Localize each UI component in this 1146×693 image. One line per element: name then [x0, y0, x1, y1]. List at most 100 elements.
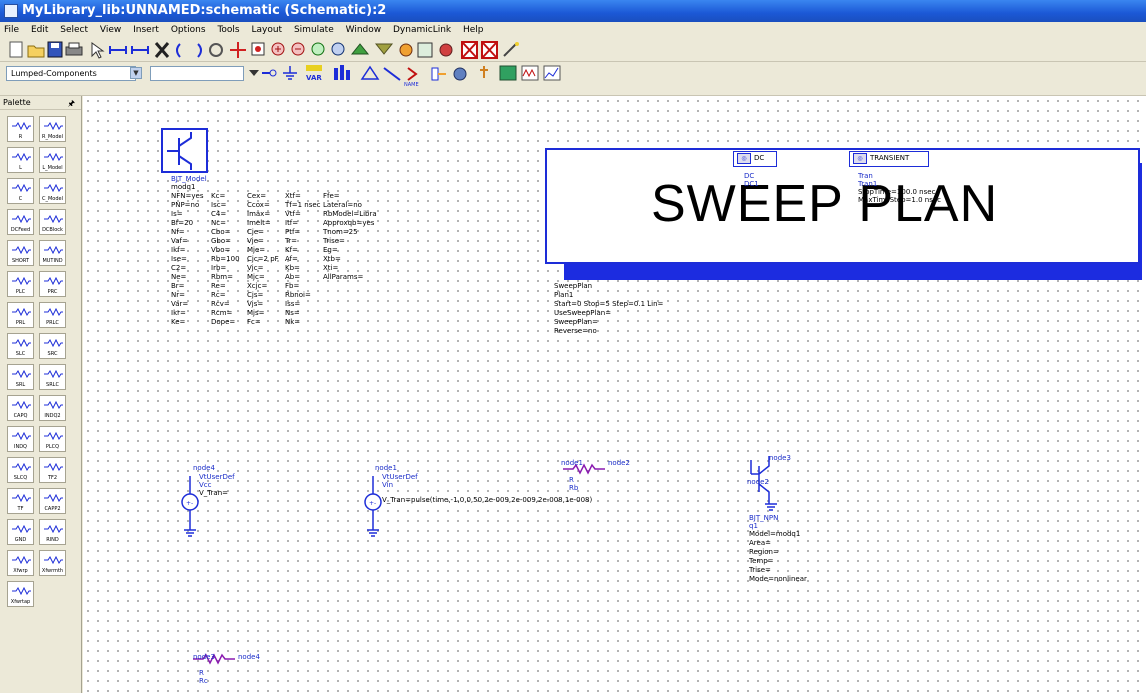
palette-item-slcq[interactable]: SLCQ	[7, 457, 34, 483]
wire-icon[interactable]	[383, 67, 401, 81]
palette-item-capq[interactable]: CAPQ	[7, 395, 34, 421]
display-template-icon[interactable]	[334, 65, 350, 80]
l-icon	[12, 152, 31, 162]
wand-icon[interactable]	[503, 42, 519, 57]
port-icon[interactable]	[262, 69, 277, 77]
zoom-fit-icon[interactable]	[311, 42, 325, 56]
palette-item-indq[interactable]: INDQ	[7, 426, 34, 452]
new-file-icon[interactable]	[9, 41, 23, 58]
palette-item-src[interactable]: SRC	[39, 333, 66, 359]
deactivate-icon[interactable]	[461, 41, 478, 59]
palette-item-dcblock[interactable]: DCBlock	[39, 209, 66, 235]
vin-node-label: node1	[375, 464, 397, 472]
chart-icon[interactable]	[543, 65, 561, 81]
menu-file[interactable]: File	[4, 22, 19, 38]
palette-item-capp2[interactable]: CAPP2	[39, 488, 66, 514]
var-eqn-icon[interactable]: VAR	[306, 65, 322, 82]
select-pointer-icon[interactable]	[91, 42, 105, 59]
vcc-node-label: node4	[193, 464, 215, 472]
palette-item-label: RIND	[46, 537, 59, 543]
pin-icon[interactable]: 🖈	[68, 98, 75, 112]
menu-simulate[interactable]: Simulate	[294, 22, 334, 38]
vcc-value-label: V_Tran=	[199, 489, 229, 497]
probe-icon[interactable]	[480, 66, 488, 78]
palette-item-l-model[interactable]: L_Model	[39, 147, 66, 173]
palette-item-xfwrmth[interactable]: Xfwrmth	[39, 550, 66, 576]
simulate-gear-icon[interactable]	[453, 67, 467, 81]
palette-item-xfwrp[interactable]: Xfwrp	[7, 550, 34, 576]
rc-node-b: node4	[238, 653, 260, 661]
palette-item-indq2[interactable]: INDQ2	[39, 395, 66, 421]
menu-tools[interactable]: Tools	[217, 22, 239, 38]
save-icon[interactable]	[47, 41, 63, 58]
palette-item-r-model[interactable]: R_Model	[39, 116, 66, 142]
menu-window[interactable]: Window	[346, 22, 382, 38]
pop-out-icon[interactable]	[374, 43, 394, 55]
palette-item-label: Xfwrmth	[41, 568, 64, 574]
rb-node-a: node1	[561, 459, 583, 467]
menu-help[interactable]: Help	[463, 22, 484, 38]
palette-item-gnd[interactable]: GND	[7, 519, 34, 545]
tune-icon[interactable]	[439, 43, 453, 57]
palette-item-l[interactable]: L	[7, 147, 34, 173]
redo-icon[interactable]	[197, 43, 202, 58]
ground-icon[interactable]	[283, 66, 297, 80]
palette-item-tf[interactable]: TF	[7, 488, 34, 514]
xfwrtap-icon	[12, 586, 31, 596]
push-into-icon[interactable]	[350, 43, 370, 55]
palette-item-srlc[interactable]: SRLC	[39, 364, 66, 390]
menu-dynamiclink[interactable]: DynamicLink	[393, 22, 451, 38]
sweep-icon[interactable]	[360, 65, 380, 80]
menu-edit[interactable]: Edit	[31, 22, 48, 38]
menu-view[interactable]: View	[100, 22, 121, 38]
palette-item-slc[interactable]: SLC	[7, 333, 34, 359]
palette-item-prc[interactable]: PRC	[39, 271, 66, 297]
palette-item-plcq[interactable]: PLCQ	[39, 426, 66, 452]
zoom-area-icon[interactable]	[251, 42, 265, 56]
app-icon	[4, 4, 18, 18]
svg-text:+-: +-	[369, 500, 376, 507]
zoom-prev-icon[interactable]	[331, 42, 345, 56]
menu-insert[interactable]: Insert	[133, 22, 159, 38]
undo-icon[interactable]	[176, 43, 181, 58]
waveform-icon[interactable]	[521, 65, 539, 81]
rotate-icon[interactable]	[209, 43, 223, 57]
palette-item-label: PRL	[15, 320, 26, 326]
zoom-in-icon[interactable]	[271, 42, 285, 56]
palette-item-tf2[interactable]: TF2	[39, 457, 66, 483]
palette-item-srl[interactable]: SRL	[7, 364, 34, 390]
vcc-source-symbol[interactable]: +-	[181, 476, 199, 537]
wire-endpoint-icon[interactable]	[109, 46, 127, 54]
palette-item-short[interactable]: SHORT	[7, 240, 34, 266]
menu-options[interactable]: Options	[171, 22, 206, 38]
chevron-down-icon[interactable]	[249, 70, 259, 76]
menu-layout[interactable]: Layout	[251, 22, 282, 38]
palette-item-rind[interactable]: RIND	[39, 519, 66, 545]
simulate-icon[interactable]	[417, 42, 433, 58]
schematic-canvas[interactable]: BJT_Model modq1 NFN=yes PNP=no Is= Bf=20…	[83, 96, 1146, 693]
palette-item-c-model[interactable]: C_Model	[39, 178, 66, 204]
pin-icon[interactable]	[431, 67, 446, 81]
palette-item-prlc[interactable]: PRLC	[39, 302, 66, 328]
print-icon[interactable]	[65, 42, 83, 56]
data-display-icon[interactable]	[499, 65, 517, 81]
palette-item-prl[interactable]: PRL	[7, 302, 34, 328]
delete-icon[interactable]	[154, 42, 170, 58]
palette-item-dcfeed[interactable]: DCFeed	[7, 209, 34, 235]
c-icon	[12, 183, 31, 193]
open-folder-icon[interactable]	[27, 45, 45, 58]
zoom-out-icon[interactable]	[291, 42, 305, 56]
vin-source-symbol[interactable]: +-	[364, 476, 382, 537]
palette-item-r[interactable]: R	[7, 116, 34, 142]
menu-select[interactable]: Select	[60, 22, 88, 38]
palette-item-xfwrtap[interactable]: Xfwrtap	[7, 581, 34, 607]
wire-endpoint2-icon[interactable]	[131, 46, 149, 54]
node-name-icon[interactable]: NAME	[404, 67, 419, 88]
rc-name: Rc	[199, 677, 208, 685]
short-icon[interactable]	[481, 41, 498, 59]
palette-item-mutind[interactable]: MUTIND	[39, 240, 66, 266]
palette-item-plc[interactable]: PLC	[7, 271, 34, 297]
component-icon[interactable]	[399, 43, 413, 57]
palette-item-c[interactable]: C	[7, 178, 34, 204]
move-icon[interactable]	[230, 42, 246, 58]
